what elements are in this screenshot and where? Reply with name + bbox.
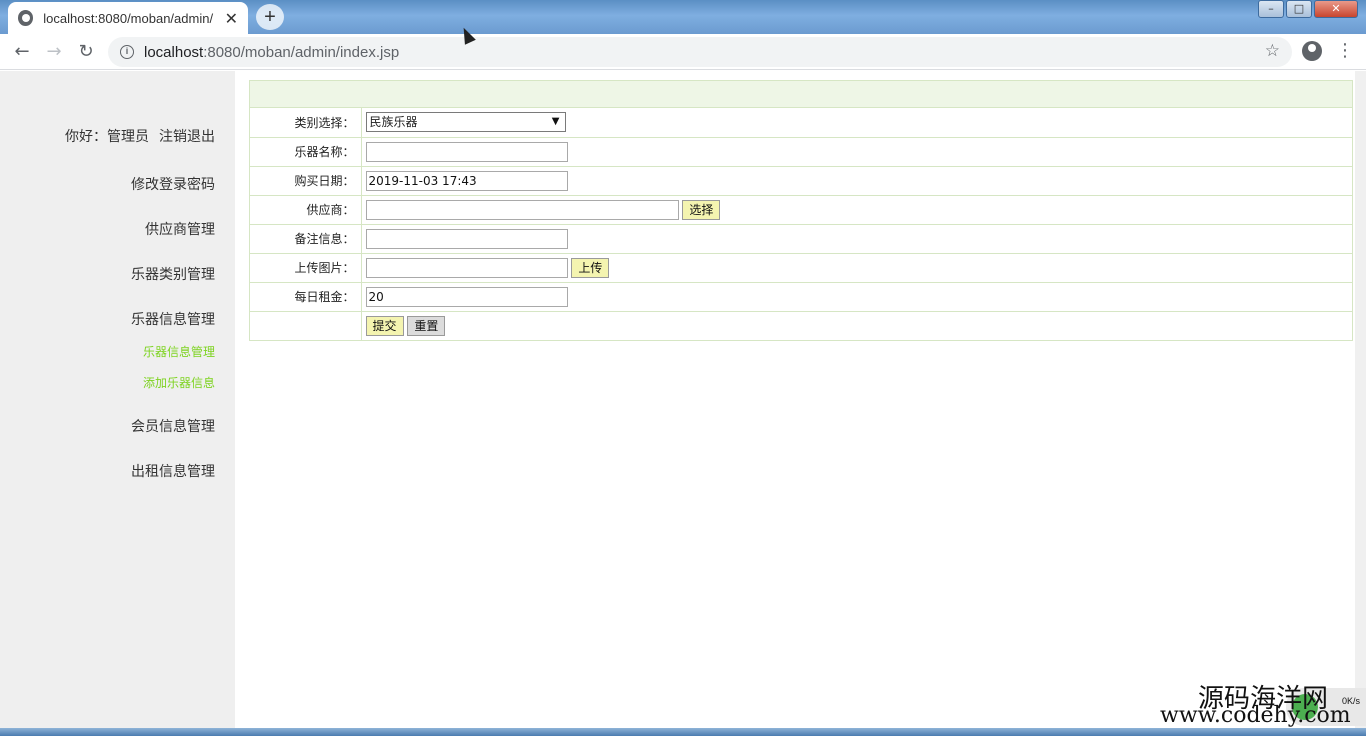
browser-menu-icon[interactable]: ⋮ <box>1336 40 1354 61</box>
maximize-button[interactable]: □ <box>1286 0 1312 18</box>
logout-link[interactable]: 注销退出 <box>159 129 215 145</box>
sidebar-subitem-add-instrument[interactable]: 添加乐器信息 <box>143 374 215 391</box>
category-selected-value: 民族乐器 <box>369 115 418 130</box>
globe-icon <box>18 10 34 26</box>
form-row-name: 乐器名称： <box>250 136 1352 166</box>
form-row-date: 购买日期： 2019-11-03 17:43 <box>250 165 1352 195</box>
supplier-label: 供应商： <box>250 194 362 224</box>
instrument-form: 类别选择： 民族乐器 ▼ 乐器名称： 购买日期： 2019-11-03 17:43… <box>249 80 1353 341</box>
address-bar[interactable]: i localhost:8080/moban/admin/index.jsp ☆ <box>108 37 1292 67</box>
info-icon[interactable]: i <box>120 45 134 59</box>
url-path: :8080/moban/admin/index.jsp <box>203 43 400 61</box>
supplier-input[interactable] <box>365 199 679 220</box>
form-row-rent: 每日租金： 20 <box>250 281 1352 311</box>
sidebar-item-supplier[interactable]: 供应商管理 <box>145 219 215 239</box>
sidebar-item-member[interactable]: 会员信息管理 <box>131 416 215 436</box>
minimize-button[interactable]: – <box>1258 0 1284 18</box>
sidebar-item-rental[interactable]: 出租信息管理 <box>131 461 215 481</box>
form-header <box>250 81 1352 108</box>
sidebar: 你好：管理员 注销退出 修改登录密码 供应商管理 乐器类别管理 乐器信息管理 乐器… <box>0 71 235 728</box>
form-row-supplier: 供应商： 选择 <box>250 194 1352 224</box>
page-scrollbar[interactable] <box>1355 71 1366 728</box>
remark-input[interactable] <box>365 228 568 249</box>
sidebar-greeting-row: 你好：管理员 注销退出 <box>55 126 215 146</box>
window-close-button[interactable]: ✕ <box>1314 0 1358 18</box>
page-content: 你好：管理员 注销退出 修改登录密码 供应商管理 乐器类别管理 乐器信息管理 乐器… <box>0 71 1366 728</box>
back-icon[interactable]: ← <box>10 40 34 64</box>
new-tab-button[interactable]: + <box>256 4 284 30</box>
remark-label: 备注信息： <box>250 223 362 253</box>
form-row-remark: 备注信息： <box>250 223 1352 253</box>
name-label: 乐器名称： <box>250 136 362 166</box>
upload-button[interactable]: 上传 <box>571 257 610 278</box>
forward-icon[interactable]: → <box>42 40 66 64</box>
tab-title: localhost:8080/moban/admin/ <box>43 10 214 26</box>
date-label: 购买日期： <box>250 165 362 195</box>
form-row-image: 上传图片： 上传 <box>250 252 1352 282</box>
sidebar-item-change-password[interactable]: 修改登录密码 <box>131 174 215 194</box>
category-select[interactable]: 民族乐器 ▼ <box>365 112 566 133</box>
sidebar-item-instrument-info[interactable]: 乐器信息管理 <box>131 309 215 329</box>
reload-icon[interactable]: ↻ <box>74 40 98 64</box>
window-controls: – □ ✕ <box>1256 0 1358 18</box>
daily-rent-input[interactable]: 20 <box>365 286 568 307</box>
dropdown-arrow-icon: ▼ <box>551 116 560 128</box>
os-taskbar <box>0 728 1366 736</box>
form-row-category: 类别选择： 民族乐器 ▼ <box>250 108 1352 137</box>
reset-button[interactable]: 重置 <box>407 315 446 336</box>
browser-toolbar: ← → ↻ i localhost:8080/moban/admin/index… <box>0 34 1366 70</box>
browser-titlebar: localhost:8080/moban/admin/ ✕ + – □ ✕ <box>0 0 1366 34</box>
form-table: 类别选择： 民族乐器 ▼ 乐器名称： 购买日期： 2019-11-03 17:43… <box>250 108 1352 340</box>
browser-tab[interactable]: localhost:8080/moban/admin/ ✕ <box>8 2 248 34</box>
sidebar-subitem-instrument-list[interactable]: 乐器信息管理 <box>143 343 215 360</box>
submit-button[interactable]: 提交 <box>365 315 404 336</box>
category-label: 类别选择： <box>250 108 362 137</box>
instrument-name-input[interactable] <box>365 141 568 162</box>
account-icon[interactable] <box>1302 41 1322 61</box>
image-path-input[interactable] <box>365 257 568 278</box>
sidebar-item-instrument-category[interactable]: 乐器类别管理 <box>131 264 215 284</box>
choose-supplier-button[interactable]: 选择 <box>682 199 721 220</box>
rent-label: 每日租金： <box>250 281 362 311</box>
watermark-url: www.codehy.com <box>1160 703 1351 728</box>
form-row-actions: 提交 重置 <box>250 310 1352 340</box>
bookmark-star-icon[interactable]: ☆ <box>1265 41 1280 61</box>
url-host: localhost <box>144 43 204 61</box>
greeting-text: 你好：管理员 <box>65 129 149 145</box>
tab-close-icon[interactable]: ✕ <box>225 9 238 28</box>
image-label: 上传图片： <box>250 252 362 282</box>
purchase-date-input[interactable]: 2019-11-03 17:43 <box>365 170 568 191</box>
